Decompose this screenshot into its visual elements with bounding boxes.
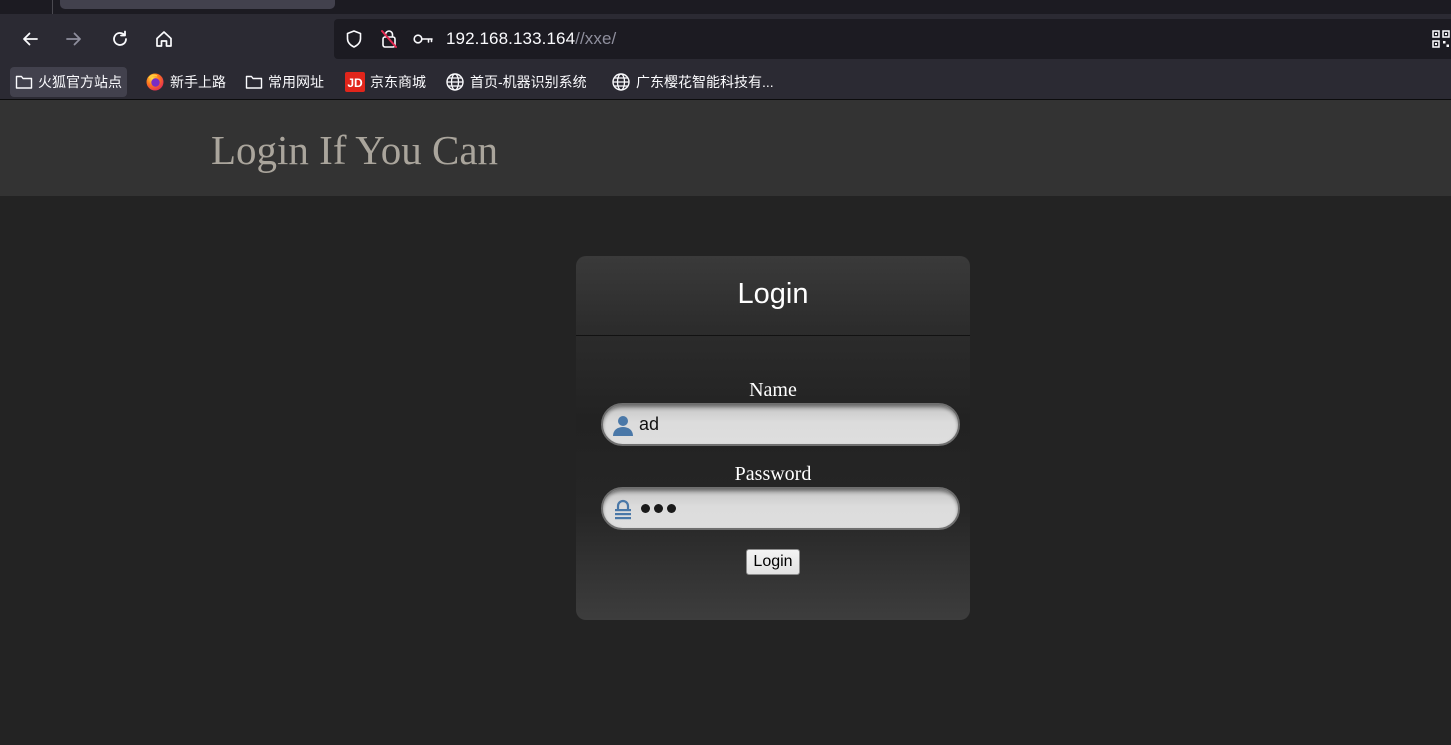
login-panel: Login Name Password Login [576, 256, 970, 620]
bookmark-getting-started[interactable]: 新手上路 [140, 67, 231, 97]
url-host: 192.168.133.164 [446, 29, 576, 48]
user-icon [613, 416, 633, 436]
bookmark-label: 火狐官方站点 [38, 74, 122, 90]
qr-code-icon[interactable] [1431, 29, 1451, 49]
insecure-lock-icon[interactable] [378, 28, 400, 50]
login-button[interactable]: Login [746, 549, 800, 575]
folder-icon [245, 75, 263, 89]
bookmark-label: 新手上路 [170, 74, 226, 90]
bookmark-jd[interactable]: JD 京东商城 [340, 67, 431, 97]
name-label: Name [749, 379, 797, 401]
tab-separator [52, 0, 53, 14]
svg-text:JD: JD [347, 76, 363, 90]
key-icon[interactable] [412, 28, 434, 50]
password-mask-dot [654, 503, 663, 513]
password-input[interactable] [641, 497, 676, 519]
bookmark-label: 首页-机器识别系统 [470, 74, 587, 90]
tab-strip [0, 0, 1451, 14]
password-mask-dot [667, 503, 676, 513]
forward-button[interactable] [59, 24, 89, 54]
bookmarks-toolbar: 火狐官方站点 新手上路 常用网址 JD 京东商城 首页-机器识别系统 广东樱花智… [0, 64, 1451, 100]
bookmark-sakura-tech[interactable]: 广东樱花智能科技有... [606, 67, 779, 97]
arrow-left-icon [23, 32, 38, 46]
folder-icon [15, 75, 33, 89]
firefox-icon [146, 73, 164, 91]
url-text[interactable]: 192.168.133.164//xxe/ [446, 29, 616, 49]
reload-button[interactable] [105, 24, 135, 54]
shield-icon[interactable] [343, 28, 365, 50]
name-field[interactable] [601, 403, 960, 446]
globe-icon [446, 73, 464, 91]
active-tab[interactable] [60, 0, 335, 9]
password-label: Password [734, 463, 812, 485]
globe-icon [612, 73, 630, 91]
password-mask-dot [641, 503, 650, 513]
password-field[interactable] [601, 487, 960, 530]
navigation-toolbar: 192.168.133.164//xxe/ [0, 14, 1451, 64]
bookmark-common-sites[interactable]: 常用网址 [240, 67, 329, 97]
lock-icon [615, 499, 631, 520]
arrow-right-icon [66, 32, 81, 46]
bookmark-label: 常用网址 [268, 74, 324, 90]
bookmark-label: 广东樱花智能科技有... [636, 74, 774, 90]
site-title: Login If You Can [211, 127, 499, 173]
url-path: //xxe/ [575, 29, 617, 48]
login-header: Login [576, 256, 970, 336]
home-button[interactable] [149, 24, 179, 54]
bookmark-recognition-system[interactable]: 首页-机器识别系统 [440, 67, 592, 97]
name-input[interactable] [639, 405, 949, 444]
jd-icon: JD [345, 72, 365, 92]
back-button[interactable] [15, 24, 45, 54]
address-bar[interactable]: 192.168.133.164//xxe/ [334, 19, 1451, 59]
home-icon [156, 31, 172, 47]
login-heading: Login [737, 278, 809, 310]
bookmark-firefox-official[interactable]: 火狐官方站点 [10, 67, 127, 97]
reload-icon [113, 30, 127, 46]
bookmark-label: 京东商城 [370, 74, 426, 90]
